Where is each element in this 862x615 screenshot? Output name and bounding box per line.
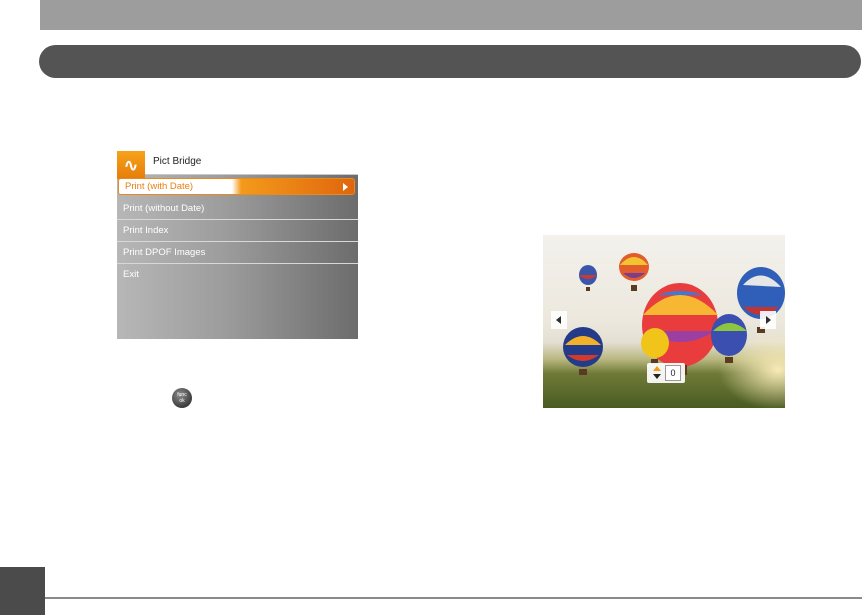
menu-item-label: Exit — [123, 269, 139, 280]
func-ok-icon: func ok — [172, 388, 192, 408]
page-number-tab — [0, 567, 45, 615]
copy-count-value: 0 — [665, 365, 681, 381]
section-title-bar — [39, 45, 861, 78]
arrow-right-icon[interactable] — [760, 311, 776, 329]
menu-header: Pict Bridge — [117, 151, 358, 175]
menu-item-print-index[interactable]: Print Index — [117, 221, 358, 242]
ok-label: ok — [179, 398, 185, 404]
menu-item-exit[interactable]: Exit — [117, 265, 358, 286]
menu-item-print-with-date[interactable]: Print (with Date) — [118, 178, 355, 195]
balloon-left-bottom — [563, 327, 603, 375]
copy-count-selector[interactable]: 0 — [647, 363, 685, 383]
menu-item-label: Print DPOF Images — [123, 247, 206, 258]
balloon-far-left — [579, 265, 597, 291]
menu-title: Pict Bridge — [153, 156, 202, 167]
playback-photo: 0 — [543, 235, 785, 408]
chevron-right-icon — [343, 183, 348, 191]
menu-item-label: Print Index — [123, 225, 169, 236]
arrow-left-icon[interactable] — [551, 311, 567, 329]
arrow-up-icon[interactable] — [653, 366, 661, 371]
balloon-top-center — [619, 253, 649, 291]
pictbridge-menu-screen: Pict Bridge ∿ Print (with Date) Print (w… — [117, 151, 358, 339]
menu-item-print-without-date[interactable]: Print (without Date) — [117, 199, 358, 220]
menu-item-label: Print (without Date) — [123, 203, 205, 214]
arrow-down-icon[interactable] — [653, 374, 661, 379]
pictbridge-logo-icon: ∿ — [117, 151, 145, 179]
menu-item-label: Print (with Date) — [125, 181, 194, 192]
balloon-right-mid — [711, 314, 747, 363]
footer-rule — [45, 597, 862, 599]
menu-item-print-dpof-images[interactable]: Print DPOF Images — [117, 243, 358, 264]
top-header-strip — [40, 0, 862, 30]
